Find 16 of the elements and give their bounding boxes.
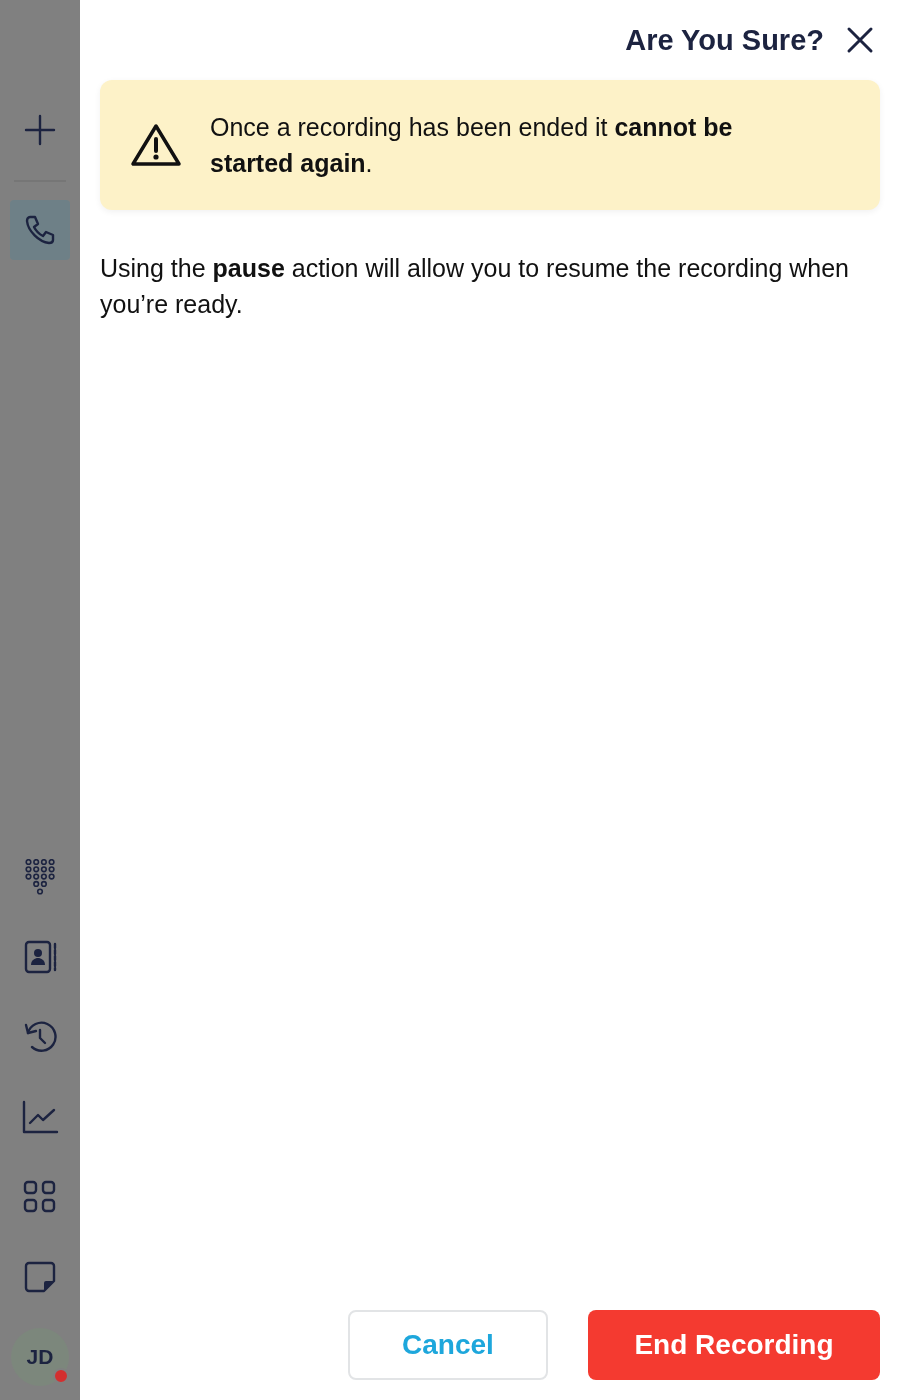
contact-book-icon — [22, 939, 58, 975]
add-icon — [22, 112, 58, 148]
keypad-icon — [24, 859, 56, 895]
history-icon — [22, 1019, 58, 1055]
cancel-button[interactable]: Cancel — [348, 1310, 548, 1380]
sticky-note-icon — [22, 1259, 58, 1295]
nav-item[interactable] — [10, 200, 70, 260]
line-chart-icon — [21, 1099, 59, 1135]
dialog-title: Are You Sure? — [625, 23, 824, 57]
avatar[interactable]: JD — [11, 1328, 69, 1386]
warning-icon — [130, 122, 182, 168]
grid-icon — [22, 1179, 58, 1215]
close-button[interactable] — [846, 26, 874, 54]
warning-text: Once a recording has been ended it cannot be started again. — [210, 112, 734, 179]
end-recording-button[interactable]: End Recording — [588, 1310, 880, 1380]
message-text: Using the pause action will allow you to resume the recording when you’re ready. — [100, 253, 850, 320]
